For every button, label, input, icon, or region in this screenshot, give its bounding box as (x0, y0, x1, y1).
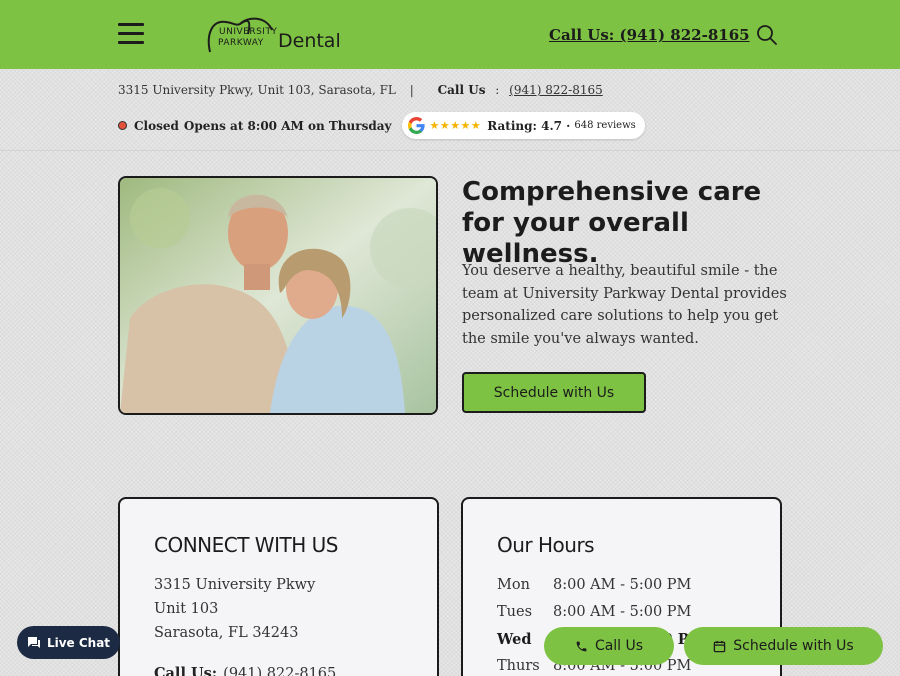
hours-time: 8:00 AM - 5:00 PM (553, 577, 692, 593)
header-call-link[interactable]: Call Us: (941) 822-8165 (549, 26, 750, 44)
live-chat-label: Live Chat (46, 635, 111, 650)
connect-address-line-3: Sarasota, FL 34243 (154, 625, 299, 641)
hours-day: Tues (497, 604, 533, 620)
rating-text: Rating: 4.7 · (487, 118, 571, 133)
address-text: 3315 University Pkwy, Unit 103, Sarasota… (118, 83, 396, 97)
hours-row: Tues 8:00 AM - 5:00 PM (497, 604, 691, 620)
floating-call-button[interactable]: Call Us (544, 627, 674, 665)
status-row: Closed Opens at 8:00 AM on Thursday ★★★★… (118, 112, 645, 139)
status-closed: Closed (134, 118, 179, 133)
info-phone-link[interactable]: (941) 822-8165 (509, 83, 603, 97)
connect-phone-link[interactable]: (941) 822-8165 (223, 666, 336, 676)
reviews-count: 648 reviews (574, 120, 636, 131)
site-logo[interactable]: UNIVERSITY PARKWAY Dental (204, 14, 341, 56)
rating-stars: ★★★★★ (429, 119, 482, 132)
hours-row: Mon 8:00 AM - 5:00 PM (497, 577, 691, 593)
floating-call-label: Call Us (594, 638, 644, 654)
connect-call-label: Call Us: (154, 665, 218, 676)
separator: | (409, 83, 414, 97)
hours-time: 8:00 AM - 5:00 PM (553, 604, 692, 620)
site-header: UNIVERSITY PARKWAY Dental Call Us: (941)… (0, 0, 900, 69)
schedule-button[interactable]: Schedule with Us (462, 372, 646, 413)
google-rating-badge[interactable]: ★★★★★ Rating: 4.7 · 648 reviews (402, 112, 645, 139)
floating-schedule-button[interactable]: Schedule with Us (684, 627, 883, 665)
hero-text: You deserve a healthy, beautiful smile -… (462, 263, 787, 347)
connect-call-row: Call Us: (941) 822-8165 (154, 665, 336, 676)
couple-photo (118, 176, 438, 415)
hours-day: Thurs (497, 658, 540, 674)
phone-icon (576, 641, 587, 651)
chat-icon (27, 637, 40, 648)
calendar-icon (713, 640, 726, 652)
connect-address-line-1: 3315 University Pkwy (154, 577, 316, 593)
logo-line-2: PARKWAY (218, 38, 264, 48)
search-icon[interactable] (756, 24, 778, 46)
call-us-label: Call Us (437, 83, 486, 97)
address-row: 3315 University Pkwy, Unit 103, Sarasota… (118, 83, 603, 97)
connect-title: CONNECT WITH US (154, 533, 338, 557)
floating-schedule-label: Schedule with Us (733, 638, 854, 654)
google-icon (408, 117, 426, 134)
colon: : (495, 83, 500, 97)
hero-title: Comprehensive care for your overall well… (462, 177, 762, 269)
logo-line-3: Dental (278, 30, 341, 52)
hours-title: Our Hours (497, 533, 595, 557)
status-opens: Opens at 8:00 AM on Thursday (183, 118, 392, 133)
live-chat-button[interactable]: Live Chat (17, 626, 120, 659)
connect-card: CONNECT WITH US 3315 University Pkwy Uni… (118, 497, 439, 676)
connect-address-line-2: Unit 103 (154, 601, 219, 617)
menu-icon[interactable] (118, 23, 144, 45)
divider (0, 150, 900, 151)
hours-day: Mon (497, 577, 530, 593)
logo-line-1: UNIVERSITY (219, 27, 278, 37)
status-dot-icon (118, 121, 127, 130)
